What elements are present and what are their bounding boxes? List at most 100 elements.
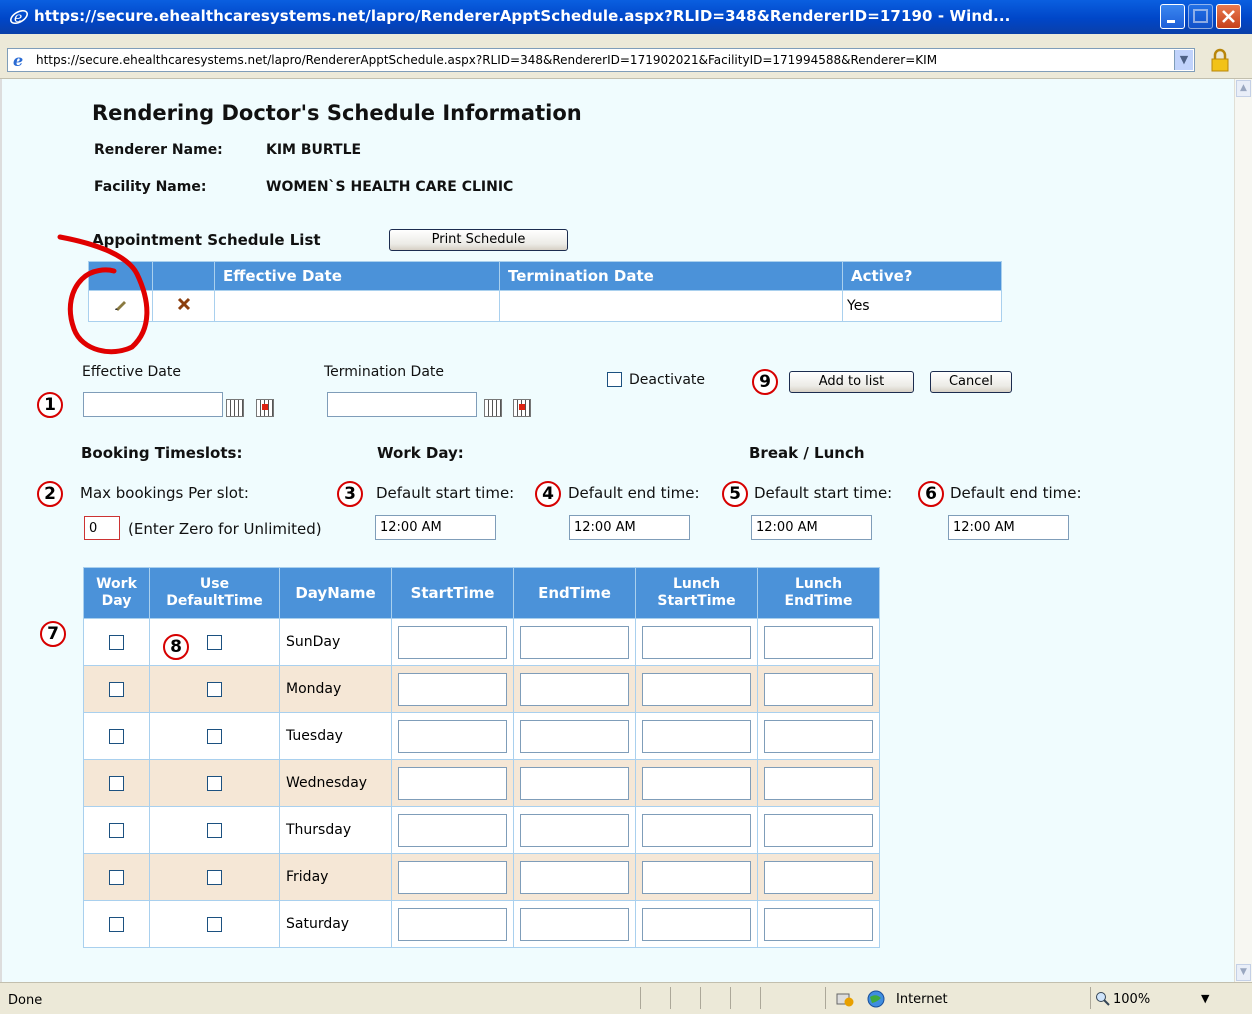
weekly-schedule-table: Work Day Use DefaultTime DayName StartTime… <box>83 567 880 948</box>
table-row: Yes <box>88 290 1002 322</box>
lunch-start-input[interactable] <box>642 766 751 800</box>
use-default-checkbox[interactable] <box>207 822 222 838</box>
column-header-use-default: Use DefaultTime <box>149 567 280 619</box>
table-row: Saturday <box>83 900 880 948</box>
use-default-checkbox[interactable] <box>207 916 222 932</box>
lunch-start-input[interactable] <box>642 719 751 753</box>
scroll-up-icon[interactable]: ▲ <box>1236 80 1251 97</box>
marker-4: 4 <box>535 481 561 507</box>
status-bar: Done Internet 100% ▼ <box>0 982 1252 1014</box>
lunch-end-input[interactable] <box>764 625 873 659</box>
start-time-input[interactable] <box>398 719 507 753</box>
column-header-lunch-end: Lunch EndTime <box>757 567 880 619</box>
status-divider <box>700 987 701 1009</box>
start-time-input[interactable] <box>398 672 507 706</box>
print-schedule-button[interactable]: Print Schedule <box>389 229 568 251</box>
work-default-start-input[interactable] <box>375 515 496 540</box>
lock-icon[interactable] <box>1209 48 1231 72</box>
effective-date-input[interactable] <box>83 392 223 417</box>
lunch-end-input[interactable] <box>764 672 873 706</box>
effective-date-label: Effective Date <box>82 364 181 380</box>
table-row: Monday <box>83 665 880 713</box>
calendar-icon[interactable] <box>226 399 244 417</box>
minimize-button[interactable] <box>1160 4 1185 29</box>
address-field[interactable]: e https://secure.ehealthcaresystems.net/… <box>7 48 1195 72</box>
address-bar: e https://secure.ehealthcaresystems.net/… <box>0 34 1252 79</box>
calendar-icon[interactable] <box>484 399 502 417</box>
end-time-input[interactable] <box>520 813 629 847</box>
use-default-checkbox[interactable] <box>207 869 222 885</box>
work-default-end-label: Default end time: <box>568 484 700 502</box>
work-day-checkbox[interactable] <box>109 634 124 650</box>
maximize-button[interactable] <box>1188 4 1213 29</box>
lunch-start-input[interactable] <box>642 625 751 659</box>
break-default-end-input[interactable] <box>948 515 1069 540</box>
window-title: https://secure.ehealthcaresystems.net/la… <box>34 7 1011 25</box>
zoom-level[interactable]: 100% <box>1113 992 1150 1007</box>
lunch-end-input[interactable] <box>764 719 873 753</box>
status-divider <box>670 987 671 1009</box>
clear-date-icon[interactable] <box>513 399 531 417</box>
marker-2: 2 <box>37 481 63 507</box>
lunch-start-input[interactable] <box>642 672 751 706</box>
work-day-checkbox[interactable] <box>109 728 124 744</box>
work-day-checkbox[interactable] <box>109 916 124 932</box>
start-time-input[interactable] <box>398 860 507 894</box>
page-content: Rendering Doctor's Schedule Information … <box>0 79 1234 982</box>
table-row: Tuesday <box>83 712 880 760</box>
cancel-button[interactable]: Cancel <box>930 371 1012 393</box>
zoom-icon[interactable] <box>1095 991 1111 1007</box>
break-default-start-input[interactable] <box>751 515 872 540</box>
address-url[interactable]: https://secure.ehealthcaresystems.net/la… <box>36 53 1162 67</box>
table-row: Thursday <box>83 806 880 854</box>
end-time-input[interactable] <box>520 907 629 941</box>
lunch-start-input[interactable] <box>642 813 751 847</box>
work-day-checkbox[interactable] <box>109 869 124 885</box>
work-day-checkbox[interactable] <box>109 775 124 791</box>
lunch-end-input[interactable] <box>764 813 873 847</box>
work-day-checkbox[interactable] <box>109 681 124 697</box>
start-time-input[interactable] <box>398 766 507 800</box>
end-time-input[interactable] <box>520 625 629 659</box>
day-name: Saturday <box>279 900 392 948</box>
address-dropdown-icon[interactable]: ▼ <box>1174 50 1193 70</box>
active-cell: Yes <box>842 290 1002 322</box>
termination-date-input[interactable] <box>327 392 477 417</box>
lunch-end-input[interactable] <box>764 766 873 800</box>
globe-icon <box>867 990 885 1008</box>
deactivate-checkbox[interactable] <box>607 372 622 387</box>
work-day-checkbox[interactable] <box>109 822 124 838</box>
start-time-input[interactable] <box>398 625 507 659</box>
start-time-input[interactable] <box>398 907 507 941</box>
add-to-list-button[interactable]: Add to list <box>789 371 914 393</box>
marker-7: 7 <box>40 621 66 647</box>
use-default-checkbox[interactable] <box>207 634 222 650</box>
max-bookings-label: Max bookings Per slot: <box>80 484 249 502</box>
column-header-lunch-start: Lunch StartTime <box>635 567 758 619</box>
use-default-checkbox[interactable] <box>207 681 222 697</box>
status-divider <box>760 987 761 1009</box>
scroll-down-icon[interactable]: ▼ <box>1236 964 1251 981</box>
delete-x-icon[interactable] <box>176 296 192 312</box>
svg-text:e: e <box>14 10 22 26</box>
end-time-input[interactable] <box>520 860 629 894</box>
vertical-scrollbar[interactable]: ▲ ▼ <box>1234 79 1252 982</box>
lunch-end-input[interactable] <box>764 860 873 894</box>
use-default-checkbox[interactable] <box>207 775 222 791</box>
end-time-input[interactable] <box>520 719 629 753</box>
security-warning-icon[interactable] <box>836 991 854 1007</box>
facility-value: WOMEN`S HEALTH CARE CLINIC <box>266 179 514 195</box>
max-bookings-input[interactable] <box>84 516 120 540</box>
clear-date-icon[interactable] <box>256 399 274 417</box>
lunch-end-input[interactable] <box>764 907 873 941</box>
close-button[interactable] <box>1216 4 1241 29</box>
window-titlebar: e https://secure.ehealthcaresystems.net/… <box>0 0 1252 34</box>
start-time-input[interactable] <box>398 813 507 847</box>
end-time-input[interactable] <box>520 672 629 706</box>
lunch-start-input[interactable] <box>642 907 751 941</box>
work-default-end-input[interactable] <box>569 515 690 540</box>
lunch-start-input[interactable] <box>642 860 751 894</box>
zoom-dropdown-icon[interactable]: ▼ <box>1201 992 1209 1005</box>
end-time-input[interactable] <box>520 766 629 800</box>
use-default-checkbox[interactable] <box>207 728 222 744</box>
